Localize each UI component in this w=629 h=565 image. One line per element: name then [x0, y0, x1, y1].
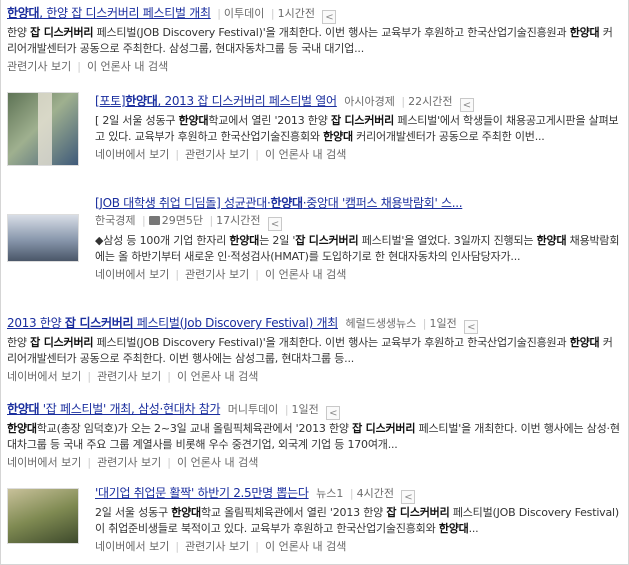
- news-time: 1일전: [429, 317, 457, 330]
- news-source[interactable]: 머니투데이: [228, 403, 279, 416]
- news-description: [ 2일 서울 성동구 한양대학교에서 열린 '2013 한양 잡 디스커버리 …: [95, 114, 619, 143]
- related-articles-link[interactable]: 관련기사 보기: [185, 540, 249, 553]
- news-title-link[interactable]: [JOB 대학생 취업 디딤돌] 성균관대·한양대·중앙대 '캠퍼스 채용박람회…: [95, 196, 463, 210]
- news-thumbnail[interactable]: [7, 488, 79, 544]
- related-articles-link[interactable]: 관련기사 보기: [97, 456, 161, 469]
- related-articles-link[interactable]: 관련기사 보기: [185, 148, 249, 161]
- news-source[interactable]: 아시아경제: [344, 95, 395, 108]
- naver-view-link[interactable]: 네이버에서 보기: [95, 540, 169, 553]
- news-source[interactable]: 이투데이: [224, 7, 264, 20]
- share-icon[interactable]: <: [326, 406, 341, 420]
- news-time: 4시간전: [356, 487, 394, 500]
- press-search-link[interactable]: 이 언론사 내 검색: [177, 456, 258, 469]
- press-search-link[interactable]: 이 언론사 내 검색: [265, 268, 346, 281]
- naver-view-link[interactable]: 네이버에서 보기: [95, 268, 169, 281]
- news-description: 2일 서울 성동구 한양대학교 올림픽체육관에서 열린 '2013 한양 잡 디…: [95, 506, 619, 535]
- news-title-link[interactable]: 한양대, 한양 잡 디스커버리 페스티벌 개최: [7, 6, 211, 20]
- news-description: 한양 잡 디스커버리 페스티벌(JOB Discovery Festival)'…: [7, 336, 613, 365]
- press-search-link[interactable]: 이 언론사 내 검색: [265, 540, 346, 553]
- related-articles-link[interactable]: 관련기사 보기: [185, 268, 249, 281]
- press-search-link[interactable]: 이 언론사 내 검색: [87, 60, 168, 73]
- news-title-link[interactable]: 2013 한양 잡 디스커버리 페스티벌(Job Discovery Festi…: [7, 316, 338, 330]
- related-articles-link[interactable]: 관련기사 보기: [7, 60, 71, 73]
- share-icon[interactable]: <: [268, 217, 283, 231]
- news-thumbnail[interactable]: [7, 92, 79, 166]
- news-time: 1시간전: [277, 7, 315, 20]
- news-description: ◆삼성 등 100개 기업 한자리 한양대는 2일 '잡 디스커버리 페스티벌'…: [95, 234, 620, 263]
- news-source[interactable]: 헤럴드생생뉴스: [345, 317, 416, 330]
- news-thumbnail[interactable]: [7, 214, 79, 262]
- press-search-link[interactable]: 이 언론사 내 검색: [265, 148, 346, 161]
- share-icon[interactable]: <: [459, 98, 474, 112]
- news-time: 17시간전: [216, 214, 261, 227]
- news-title-link[interactable]: '대기업 취업문 활짝' 하반기 2.5만명 뽑는다: [95, 486, 309, 500]
- naver-view-link[interactable]: 네이버에서 보기: [7, 456, 81, 469]
- news-time: 22시간전: [408, 95, 453, 108]
- naver-view-link[interactable]: 네이버에서 보기: [7, 370, 81, 383]
- share-icon[interactable]: <: [464, 320, 479, 334]
- news-source[interactable]: 한국경제: [95, 214, 135, 227]
- share-icon[interactable]: <: [322, 10, 337, 24]
- news-source[interactable]: 뉴스1: [316, 487, 343, 500]
- news-title-link[interactable]: [포토]한양대, 2013 잡 디스커버리 페스티벌 열어: [95, 94, 337, 108]
- share-icon[interactable]: <: [401, 490, 416, 504]
- press-search-link[interactable]: 이 언론사 내 검색: [177, 370, 258, 383]
- naver-view-link[interactable]: 네이버에서 보기: [95, 148, 169, 161]
- photo-icon: [148, 216, 160, 225]
- photo-count: 29면5단: [148, 214, 203, 227]
- news-time: 1일전: [291, 403, 319, 416]
- news-description: 한양대학교(총장 임덕호)가 오는 2~3일 교내 올림픽체육관에서 '2013…: [7, 422, 620, 451]
- related-articles-link[interactable]: 관련기사 보기: [97, 370, 161, 383]
- news-description: 한양 잡 디스커버리 페스티벌(JOB Discovery Festival)'…: [7, 26, 613, 55]
- news-title-link[interactable]: 한양대 '잡 페스티벌' 개최, 삼성·현대차 참가: [7, 402, 221, 416]
